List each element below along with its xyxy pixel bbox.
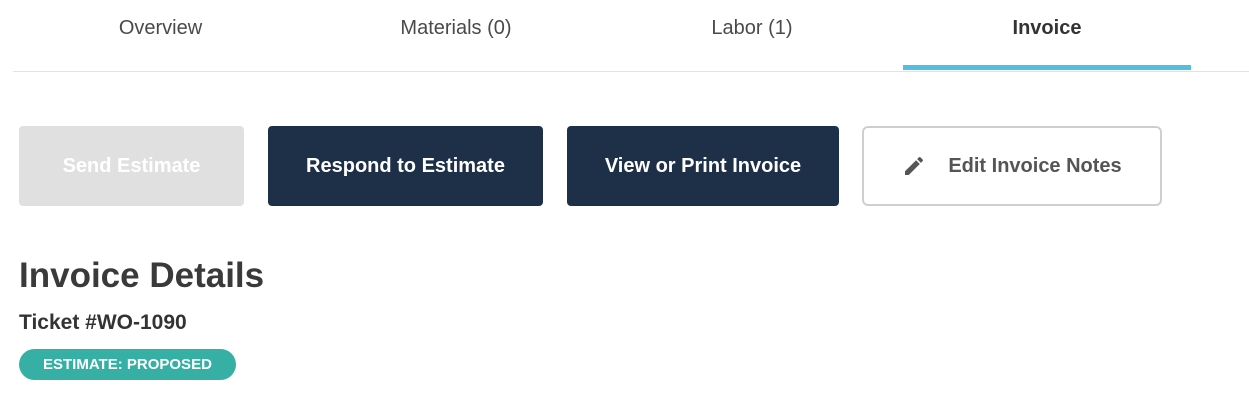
edit-invoice-notes-label: Edit Invoice Notes [948, 154, 1122, 177]
page-title: Invoice Details [19, 256, 265, 295]
view-print-invoice-button[interactable]: View or Print Invoice [567, 126, 839, 206]
status-badge: ESTIMATE: PROPOSED [19, 349, 236, 380]
edit-invoice-notes-button[interactable]: Edit Invoice Notes [862, 126, 1162, 206]
tab-bar: Overview Materials (0) Labor (1) Invoice [13, 0, 1249, 72]
tab-materials[interactable]: Materials (0) [308, 0, 604, 71]
ticket-number: Ticket #WO-1090 [19, 311, 187, 334]
tab-labor[interactable]: Labor (1) [604, 0, 900, 71]
tab-invoice[interactable]: Invoice [903, 0, 1191, 71]
respond-to-estimate-button[interactable]: Respond to Estimate [268, 126, 543, 206]
pencil-icon [902, 154, 926, 178]
active-tab-indicator [903, 65, 1191, 70]
tab-overview[interactable]: Overview [13, 0, 308, 71]
send-estimate-button[interactable]: Send Estimate [19, 126, 244, 206]
